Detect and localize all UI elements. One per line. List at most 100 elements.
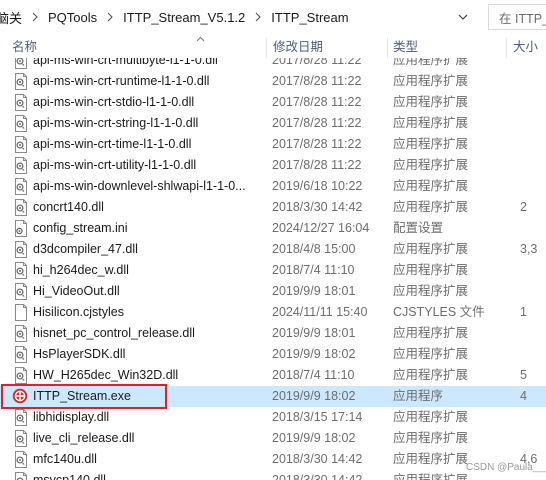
file-row[interactable]: config_stream.ini 2024/12/27 16:04 配置设置 bbox=[0, 218, 546, 239]
file-name: d3dcompiler_47.dll bbox=[33, 242, 138, 256]
file-size bbox=[520, 260, 546, 281]
file-date: 2018/3/30 14:42 bbox=[272, 452, 363, 466]
file-name: config_stream.ini bbox=[33, 221, 128, 235]
column-header-name[interactable]: 名称 bbox=[12, 36, 37, 58]
file-row[interactable]: msvcp140.dll 2018/3/30 14:42 应用程序扩展 bbox=[0, 470, 546, 480]
breadcrumb[interactable]: 脑关 PQTools ITTP_Stream_V5.1.2 ITTP_Stream bbox=[0, 6, 470, 28]
file-row[interactable]: concrt140.dll 2018/3/30 14:42 应用程序扩展 2 bbox=[0, 197, 546, 218]
file-row-selected[interactable]: ITTP_Stream.exe 2019/9/9 18:02 应用程序 4 bbox=[0, 386, 546, 407]
file-type: 应用程序扩展 bbox=[393, 58, 469, 67]
file-date: 2019/6/18 10:22 bbox=[272, 179, 363, 193]
file-row[interactable]: api-ms-win-crt-time-l1-1-0.dll 2017/8/28 … bbox=[0, 134, 546, 155]
column-header: 名称 修改日期 类型 大小 bbox=[0, 36, 546, 58]
file-name: HW_H265dec_Win32D.dll bbox=[33, 368, 179, 382]
file-type: 应用程序扩展 bbox=[393, 158, 469, 172]
search-input[interactable]: 在 ITTP_... bbox=[488, 4, 546, 30]
breadcrumb-segment[interactable]: PQTools bbox=[44, 10, 101, 25]
file-date: 2019/9/9 18:01 bbox=[272, 326, 356, 340]
file-row[interactable]: api-ms-win-crt-multibyte-l1-1-0.dll 2017/… bbox=[0, 58, 546, 71]
file-date: 2017/8/28 11:22 bbox=[272, 58, 362, 67]
dll-icon bbox=[14, 157, 28, 174]
file-type: 应用程序扩展 bbox=[393, 74, 469, 88]
breadcrumb-segment[interactable]: ITTP_Stream bbox=[267, 10, 352, 25]
file-date: 2024/11/11 15:40 bbox=[272, 305, 368, 319]
file-row[interactable]: live_cli_release.dll 2019/9/9 18:02 应用程序扩展 bbox=[0, 428, 546, 449]
file-name: ITTP_Stream.exe bbox=[33, 389, 131, 403]
chevron-right-icon[interactable] bbox=[101, 12, 119, 22]
file-row[interactable]: d3dcompiler_47.dll 2018/4/8 15:00 应用程序扩展 3,… bbox=[0, 239, 546, 260]
file-size bbox=[520, 407, 546, 428]
file-row[interactable]: HW_H265dec_Win32D.dll 2018/7/4 11:10 应用程序扩… bbox=[0, 365, 546, 386]
column-header-size[interactable]: 大小 bbox=[513, 36, 538, 58]
file-name: api-ms-win-crt-string-l1-1-0.dll bbox=[33, 116, 199, 130]
file-date: 2017/8/28 11:22 bbox=[272, 74, 362, 88]
file-icon bbox=[14, 304, 28, 321]
column-divider[interactable] bbox=[266, 38, 267, 58]
file-name: hi_h264dec_w.dll bbox=[33, 263, 129, 277]
dll-icon bbox=[14, 472, 28, 480]
address-history-dropdown[interactable] bbox=[452, 4, 474, 30]
breadcrumb-segment[interactable]: 脑关 bbox=[0, 8, 26, 27]
file-row[interactable]: mfc140u.dll 2018/3/30 14:42 应用程序扩展 4,6 bbox=[0, 449, 546, 470]
file-row[interactable]: api-ms-win-crt-runtime-l1-1-0.dll 2017/8/… bbox=[0, 71, 546, 92]
file-size bbox=[520, 176, 546, 197]
file-name: api-ms-win-crt-time-l1-1-0.dll bbox=[33, 137, 192, 151]
exe-icon bbox=[12, 388, 28, 405]
column-divider[interactable] bbox=[387, 38, 388, 58]
file-date: 2017/8/28 11:22 bbox=[272, 95, 362, 109]
file-name: api-ms-win-downlevel-shlwapi-l1-1-0... bbox=[33, 179, 246, 193]
file-list[interactable]: api-ms-win-crt-multibyte-l1-1-0.dll 2017/… bbox=[0, 58, 546, 480]
file-size bbox=[520, 58, 546, 71]
file-row[interactable]: Hisilicon.cjstyles 2024/11/11 15:40 CJSTYL… bbox=[0, 302, 546, 323]
dll-icon bbox=[14, 58, 28, 69]
file-date: 2017/8/28 11:22 bbox=[272, 158, 362, 172]
file-row[interactable]: api-ms-win-crt-utility-l1-1-0.dll 2017/8/… bbox=[0, 155, 546, 176]
file-size: 3,3 bbox=[520, 242, 538, 256]
chevron-right-icon[interactable] bbox=[26, 12, 44, 22]
dll-icon bbox=[14, 262, 28, 279]
file-date: 2024/12/27 16:04 bbox=[272, 221, 370, 235]
file-type: 应用程序 bbox=[393, 389, 444, 403]
file-name: api-ms-win-crt-stdio-l1-1-0.dll bbox=[33, 95, 195, 109]
file-type: 应用程序扩展 bbox=[393, 200, 469, 214]
file-name: Hisilicon.cjstyles bbox=[33, 305, 124, 319]
dll-icon bbox=[14, 241, 28, 258]
file-size: 1 bbox=[520, 305, 527, 319]
column-header-type[interactable]: 类型 bbox=[393, 36, 418, 58]
file-name: Hi_VideoOut.dll bbox=[33, 284, 120, 298]
file-row[interactable]: hisnet_pc_control_release.dll 2019/9/9 18… bbox=[0, 323, 546, 344]
file-date: 2019/9/9 18:02 bbox=[272, 347, 356, 361]
chevron-right-icon[interactable] bbox=[249, 12, 267, 22]
ini-icon bbox=[14, 220, 28, 237]
column-header-date[interactable]: 修改日期 bbox=[273, 36, 323, 58]
file-row[interactable]: hi_h264dec_w.dll 2018/7/4 11:10 应用程序扩展 bbox=[0, 260, 546, 281]
dll-icon bbox=[14, 325, 28, 342]
breadcrumb-segment[interactable]: ITTP_Stream_V5.1.2 bbox=[119, 10, 249, 25]
file-row[interactable]: Hi_VideoOut.dll 2019/9/9 18:01 应用程序扩展 bbox=[0, 281, 546, 302]
file-row[interactable]: api-ms-win-crt-string-l1-1-0.dll 2017/8/2… bbox=[0, 113, 546, 134]
file-type: 应用程序扩展 bbox=[393, 368, 469, 382]
file-row[interactable]: libhidisplay.dll 2018/3/15 17:14 应用程序扩展 bbox=[0, 407, 546, 428]
file-type: 应用程序扩展 bbox=[393, 242, 469, 256]
dll-icon bbox=[14, 94, 28, 111]
file-row[interactable]: HsPlayerSDK.dll 2019/9/9 18:02 应用程序扩展 bbox=[0, 344, 546, 365]
column-divider[interactable] bbox=[506, 38, 507, 58]
address-bar[interactable]: 脑关 PQTools ITTP_Stream_V5.1.2 ITTP_Stream 在… bbox=[0, 0, 546, 36]
file-size bbox=[520, 344, 546, 365]
file-date: 2019/9/9 18:01 bbox=[272, 284, 356, 298]
dll-icon bbox=[14, 346, 28, 363]
file-date: 2019/9/9 18:02 bbox=[272, 389, 356, 403]
file-size bbox=[520, 323, 546, 344]
file-name: api-ms-win-crt-runtime-l1-1-0.dll bbox=[33, 74, 210, 88]
file-size: 4 bbox=[520, 389, 527, 403]
file-date: 2018/4/8 15:00 bbox=[272, 242, 356, 256]
file-type: 应用程序扩展 bbox=[393, 116, 469, 130]
file-row[interactable]: api-ms-win-crt-stdio-l1-1-0.dll 2017/8/28… bbox=[0, 92, 546, 113]
watermark: CSDN @Paula____ bbox=[466, 462, 546, 473]
file-explorer-window: 脑关 PQTools ITTP_Stream_V5.1.2 ITTP_Stream 在… bbox=[0, 0, 546, 480]
file-date: 2018/7/4 11:10 bbox=[272, 263, 355, 277]
file-name: HsPlayerSDK.dll bbox=[33, 347, 126, 361]
file-row[interactable]: api-ms-win-downlevel-shlwapi-l1-1-0... 20… bbox=[0, 176, 546, 197]
file-size bbox=[520, 113, 546, 134]
file-type: 应用程序扩展 bbox=[393, 284, 469, 298]
